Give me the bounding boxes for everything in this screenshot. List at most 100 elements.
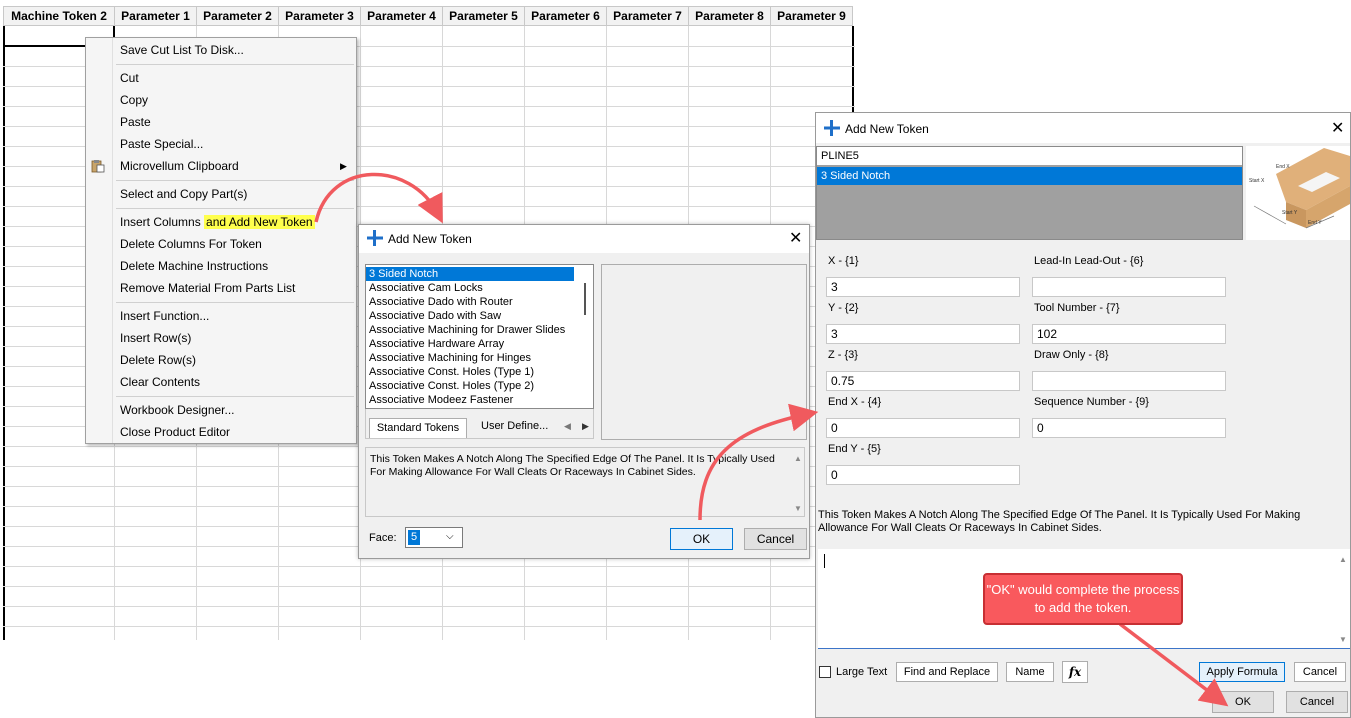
menu-item-delete-rows[interactable]: Delete Row(s) (120, 349, 196, 371)
z-field[interactable]: 0.75 (826, 371, 1020, 391)
menu-item-delete-columns[interactable]: Delete Columns For Token (120, 233, 262, 255)
column-header[interactable]: Parameter 4 (361, 6, 443, 26)
menu-item-microvellum-clipboard[interactable]: Microvellum Clipboard (120, 155, 239, 177)
large-text-checkbox[interactable] (819, 666, 831, 678)
preview-label: Start X (1249, 178, 1265, 184)
column-header[interactable]: Parameter 5 (443, 6, 525, 26)
context-menu: Save Cut List To Disk... Cut Copy Paste … (85, 37, 357, 444)
list-item[interactable]: Associative Dado with Router (366, 295, 574, 309)
list-item[interactable]: Associative Machining for Hinges (366, 351, 574, 365)
column-header[interactable]: Parameter 7 (607, 6, 689, 26)
column-header[interactable]: Parameter 8 (689, 6, 771, 26)
draw-only-field[interactable] (1032, 371, 1226, 391)
sequence-number-field[interactable]: 0 (1032, 418, 1226, 438)
cancel-button[interactable]: Cancel (1286, 691, 1348, 713)
list-item[interactable]: Associative Dado with Saw (366, 309, 574, 323)
clipboard-icon (91, 159, 105, 173)
menu-item-save-cut-list[interactable]: Save Cut List To Disk... (120, 39, 244, 61)
list-item[interactable]: Associative Modeez Fastener (366, 393, 574, 407)
list-item[interactable]: 3 Sided Notch (366, 267, 574, 281)
highlight-label: and Add New Token (204, 215, 315, 229)
token-list: 3 Sided Notch Associative Cam Locks Asso… (365, 264, 594, 409)
face-value: 5 (408, 530, 421, 545)
tool-number-field[interactable]: 102 (1032, 324, 1226, 344)
tab-scroll-left-icon[interactable]: ◀ (564, 421, 571, 432)
cancel-button[interactable]: Cancel (744, 528, 807, 550)
menu-item-copy[interactable]: Copy (120, 89, 148, 111)
column-header[interactable]: Parameter 3 (279, 6, 361, 26)
face-label: Face: (369, 532, 397, 544)
tab-user-defined[interactable]: User Define... (481, 420, 548, 432)
tab-standard-tokens[interactable]: Standard Tokens (369, 418, 467, 438)
preview-label: Start Y (1282, 210, 1298, 216)
menu-item-cut[interactable]: Cut (120, 67, 139, 89)
apply-formula-button[interactable]: Apply Formula (1199, 662, 1285, 682)
end-x-field[interactable]: 0 (826, 418, 1020, 438)
scrollbar-thumb[interactable] (584, 283, 586, 315)
preview-panel (601, 264, 807, 440)
annotation-callout: "OK" would complete the process to add t… (983, 573, 1183, 625)
scroll-up-icon[interactable]: ▲ (794, 454, 802, 463)
description-text: This Token Makes A Notch Along The Speci… (818, 509, 1301, 534)
list-item[interactable]: Associative Machining for Drawer Slides (366, 323, 574, 337)
field-label-sequence-number: Sequence Number - {9} (1034, 396, 1149, 408)
scroll-down-icon[interactable]: ▼ (1339, 635, 1347, 644)
description-box: This Token Makes A Notch Along The Speci… (365, 447, 805, 517)
preview-label: End Y (1308, 220, 1322, 226)
list-item[interactable]: Associative Hardware Array (366, 337, 574, 351)
y-field[interactable]: 3 (826, 324, 1020, 344)
menu-item-clear-contents[interactable]: Clear Contents (120, 371, 200, 393)
column-header[interactable]: Parameter 1 (115, 6, 197, 26)
ok-button[interactable]: OK (670, 528, 733, 550)
submenu-arrow-icon: ▶ (340, 161, 347, 171)
plus-icon (823, 119, 841, 137)
find-replace-button[interactable]: Find and Replace (896, 662, 998, 682)
column-header[interactable]: Parameter 6 (525, 6, 607, 26)
field-label-z: Z - {3} (828, 349, 858, 361)
menu-item-remove-material[interactable]: Remove Material From Parts List (120, 277, 295, 299)
tab-scroll-right-icon[interactable]: ▶ (582, 421, 589, 432)
column-header[interactable]: Parameter 9 (771, 6, 853, 26)
scroll-down-icon[interactable]: ▼ (794, 504, 802, 513)
field-label-y: Y - {2} (828, 302, 859, 314)
menu-item-insert-function[interactable]: Insert Function... (120, 305, 209, 327)
menu-item-paste-special[interactable]: Paste Special... (120, 133, 203, 155)
list-item[interactable]: Associative Cam Locks (366, 281, 574, 295)
field-label-lead-in: Lead-In Lead-Out - {6} (1034, 255, 1144, 267)
close-icon[interactable]: ✕ (789, 228, 802, 248)
menu-item-workbook-designer[interactable]: Workbook Designer... (120, 399, 235, 421)
x-field[interactable]: 3 (826, 277, 1020, 297)
name-button[interactable]: Name (1006, 662, 1054, 682)
list-item[interactable]: Associative Const. Holes (Type 2) (366, 379, 574, 393)
large-text-label: Large Text (836, 666, 888, 678)
menu-item-close-product-editor[interactable]: Close Product Editor (120, 421, 230, 443)
field-label-end-x: End X - {4} (828, 396, 882, 408)
add-new-token-dialog: Add New Token ✕ 3 Sided Notch Associativ… (358, 224, 810, 559)
description-text: This Token Makes A Notch Along The Speci… (370, 453, 775, 478)
preview-label: End X (1276, 164, 1290, 170)
end-y-field[interactable]: 0 (826, 465, 1020, 485)
list-item-selected[interactable]: 3 Sided Notch (817, 167, 1242, 185)
column-header[interactable]: Parameter 2 (197, 6, 279, 26)
list-item[interactable]: Associative Const. Holes (Type 1) (366, 365, 574, 379)
face-select[interactable]: 5 ⌵ (405, 527, 463, 548)
menu-item-delete-machine-instructions[interactable]: Delete Machine Instructions (120, 255, 268, 277)
list-item[interactable]: PLINE5 (817, 147, 1242, 165)
scroll-up-icon[interactable]: ▲ (1339, 555, 1347, 564)
column-header[interactable]: Machine Token 2 (3, 6, 115, 26)
grid-border (3, 26, 5, 640)
chevron-down-icon: ⌵ (446, 531, 454, 542)
dialog-title: Add New Token (845, 122, 929, 136)
menu-item-insert-rows[interactable]: Insert Row(s) (120, 327, 191, 349)
close-icon[interactable]: ✕ (1331, 118, 1344, 138)
menu-item-insert-columns-add-token[interactable]: Insert Columns and Add New Token (120, 211, 315, 233)
fx-icon[interactable]: fx (1062, 661, 1088, 683)
add-new-token-dialog-2: Add New Token ✕ PLINE5 3 Sided Notch End… (815, 112, 1351, 718)
menu-item-select-copy-parts[interactable]: Select and Copy Part(s) (120, 183, 247, 205)
lead-in-field[interactable] (1032, 277, 1226, 297)
ok-button[interactable]: OK (1212, 691, 1274, 713)
menu-item-paste[interactable]: Paste (120, 111, 151, 133)
cancel-formula-button[interactable]: Cancel (1294, 662, 1346, 682)
plus-icon (366, 229, 384, 247)
field-label-draw-only: Draw Only - {8} (1034, 349, 1109, 361)
